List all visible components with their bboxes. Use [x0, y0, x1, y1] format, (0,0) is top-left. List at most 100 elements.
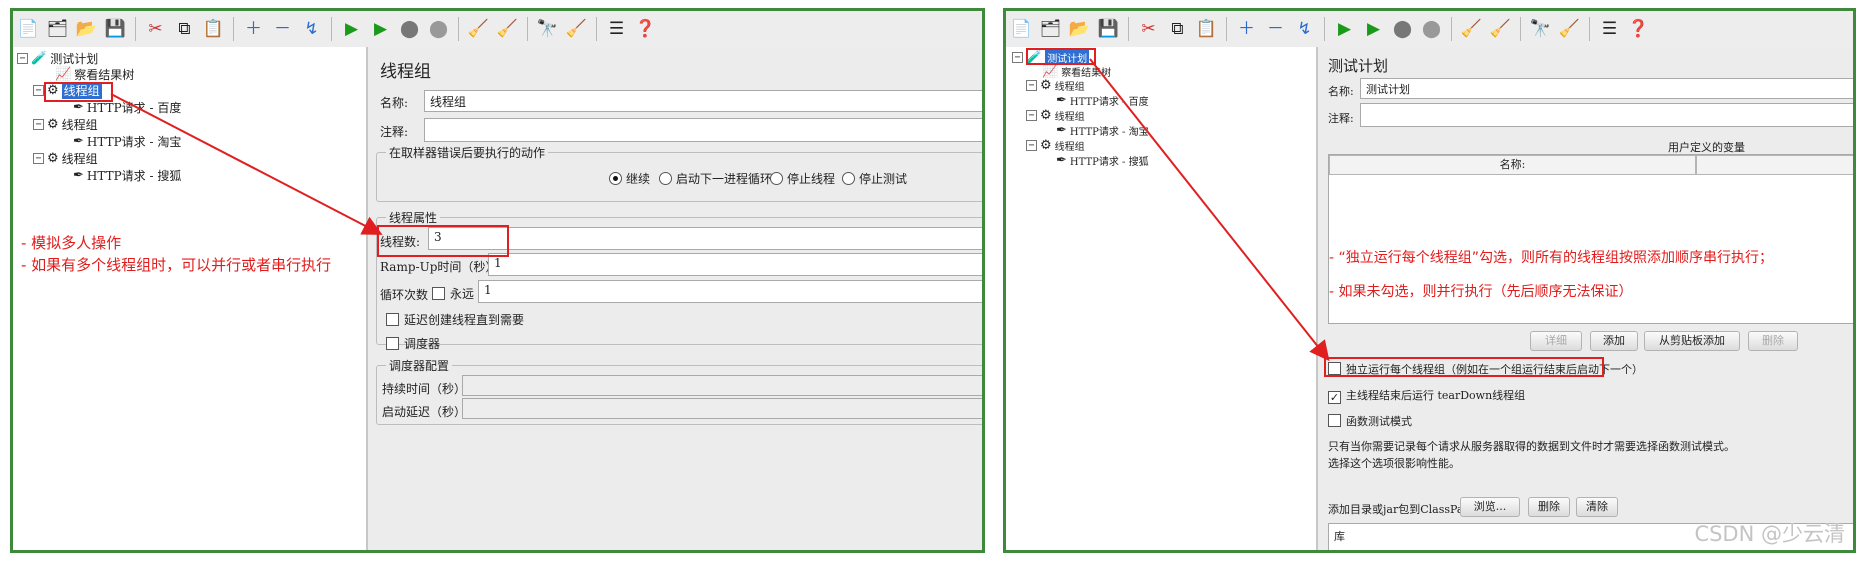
collapse-toggle-icon[interactable]: −	[17, 53, 28, 64]
expand-icon[interactable]: ＋	[241, 17, 266, 42]
add-button[interactable]: 添加	[1590, 331, 1638, 351]
test-plan-icon: 🧪	[31, 51, 48, 66]
tree-label: 察看结果树	[1061, 68, 1112, 79]
tree-node-thread-group[interactable]: − ⚙ 线程组	[1026, 78, 1085, 93]
collapse-icon[interactable]: －	[1263, 17, 1288, 42]
start-icon[interactable]: ▶	[339, 17, 364, 42]
loop-field[interactable]: 1	[478, 280, 982, 303]
toolbar-separator	[331, 17, 332, 41]
reset-search-icon[interactable]: 🧹	[564, 17, 589, 42]
tree-node-thread-group[interactable]: − ⚙ 线程组	[33, 150, 98, 167]
search-icon[interactable]: 🔭	[1528, 17, 1553, 42]
search-icon[interactable]: 🔭	[535, 17, 560, 42]
functional-mode-checkbox[interactable]: 函数测试模式	[1328, 413, 1412, 429]
collapse-icon[interactable]: －	[270, 17, 295, 42]
checkbox-icon	[432, 287, 445, 300]
start-icon[interactable]: ▶	[1332, 17, 1357, 42]
classpath-clear-button[interactable]: 清除	[1576, 497, 1618, 517]
tree-node-thread-group[interactable]: − ⚙ 线程组	[1026, 138, 1085, 153]
clear-all-icon[interactable]: 🧹	[1488, 17, 1513, 42]
comment-field[interactable]	[424, 118, 982, 142]
name-field[interactable]: 测试计划	[1360, 78, 1853, 99]
tree-node-request[interactable]: ✒ HTTP请求 - 搜狐	[73, 167, 181, 184]
annotation-line: - “独立运行每个线程组”勾选，则所有的线程组按照添加顺序串行执行；	[1329, 250, 1774, 266]
radio-label: 停止测试	[859, 172, 908, 186]
function-helper-icon[interactable]: ☰	[1597, 17, 1622, 42]
paste-from-clipboard-button[interactable]: 从剪贴板添加	[1644, 331, 1740, 351]
paste-icon[interactable]: 📋	[1194, 17, 1219, 42]
teardown-checkbox[interactable]: ✓ 主线程结束后运行 tearDown线程组	[1328, 387, 1525, 404]
collapse-toggle-icon[interactable]: −	[33, 85, 44, 96]
tree-node-listener[interactable]: 📈 察看结果树	[55, 66, 134, 83]
templates-icon[interactable]: 🗂	[45, 17, 70, 42]
open-icon[interactable]: 📂	[74, 17, 99, 42]
tree-node-listener[interactable]: 📈 察看结果树	[1042, 64, 1111, 79]
collapse-toggle-icon[interactable]: −	[1026, 140, 1037, 151]
clear-all-icon[interactable]: 🧹	[495, 17, 520, 42]
table-header-value[interactable]	[1696, 155, 1853, 175]
collapse-toggle-icon[interactable]: −	[33, 153, 44, 164]
delete-button[interactable]: 删除	[1748, 331, 1798, 351]
toolbar-separator	[1589, 17, 1590, 41]
stop-icon[interactable]: ⬤	[1390, 17, 1415, 42]
clear-icon[interactable]: 🧹	[1459, 17, 1484, 42]
start-no-pause-icon[interactable]: ▶	[1361, 17, 1386, 42]
cut-icon[interactable]: ✂	[143, 17, 168, 42]
shutdown-icon[interactable]: ⬤	[426, 17, 451, 42]
copy-icon[interactable]: ⧉	[172, 17, 197, 42]
checkbox-label: 函数测试模式	[1346, 415, 1412, 428]
toggle-icon[interactable]: ↯	[1292, 17, 1317, 42]
gear-icon: ⚙	[1040, 108, 1052, 123]
radio-continue[interactable]: 继续	[609, 170, 650, 187]
copy-icon[interactable]: ⧉	[1165, 17, 1190, 42]
stop-icon[interactable]: ⬤	[397, 17, 422, 42]
radio-next-loop[interactable]: 启动下一进程循环	[659, 170, 772, 187]
tree-node-request[interactable]: ✒ HTTP请求 - 百度	[1056, 93, 1149, 108]
shutdown-icon[interactable]: ⬤	[1419, 17, 1444, 42]
forever-checkbox[interactable]: 永远	[432, 285, 474, 302]
radio-stop-test[interactable]: 停止测试	[842, 170, 907, 187]
page-title: 线程组	[380, 62, 431, 82]
rampup-field[interactable]: 1	[488, 253, 982, 276]
open-icon[interactable]: 📂	[1067, 17, 1092, 42]
clear-icon[interactable]: 🧹	[466, 17, 491, 42]
cut-icon[interactable]: ✂	[1136, 17, 1161, 42]
scheduler-checkbox[interactable]: 调度器	[386, 335, 440, 352]
start-no-pause-icon[interactable]: ▶	[368, 17, 393, 42]
delay-checkbox[interactable]: 延迟创建线程直到需要	[386, 311, 524, 328]
save-icon[interactable]: 💾	[1096, 17, 1121, 42]
collapse-toggle-icon[interactable]: −	[1026, 80, 1037, 91]
help-icon[interactable]: ❓	[633, 17, 658, 42]
tree-node-thread-group[interactable]: − ⚙ 线程组	[1026, 108, 1085, 123]
new-icon[interactable]: 📄	[1009, 17, 1034, 42]
collapse-toggle-icon[interactable]: −	[1026, 110, 1037, 121]
pipette-icon: ✒	[1056, 153, 1067, 168]
table-header-name[interactable]: 名称:	[1329, 155, 1696, 175]
comment-label: 注释:	[1328, 112, 1354, 125]
tree-node-request[interactable]: ✒ HTTP请求 - 淘宝	[1056, 123, 1149, 138]
tree-node-request[interactable]: ✒ HTTP请求 - 淘宝	[73, 133, 181, 150]
toolbar-separator	[527, 17, 528, 41]
name-field[interactable]: 线程组	[424, 90, 982, 112]
paste-icon[interactable]: 📋	[201, 17, 226, 42]
tree-node-thread-group[interactable]: − ⚙ 线程组	[33, 116, 98, 133]
classpath-delete-button[interactable]: 删除	[1528, 497, 1570, 517]
new-icon[interactable]: 📄	[16, 17, 41, 42]
highlight-threads-field	[377, 225, 509, 257]
browse-button[interactable]: 浏览...	[1460, 497, 1520, 517]
collapse-toggle-icon[interactable]: −	[1012, 52, 1023, 63]
expand-icon[interactable]: ＋	[1234, 17, 1259, 42]
detail-button[interactable]: 详细	[1530, 331, 1582, 351]
reset-search-icon[interactable]: 🧹	[1557, 17, 1582, 42]
tree-node-test-plan[interactable]: − 🧪 测试计划	[17, 50, 98, 67]
tree-node-request[interactable]: ✒ HTTP请求 - 搜狐	[1056, 153, 1149, 168]
save-icon[interactable]: 💾	[103, 17, 128, 42]
radio-stop-thread[interactable]: 停止线程	[770, 170, 835, 187]
toggle-icon[interactable]: ↯	[299, 17, 324, 42]
function-helper-icon[interactable]: ☰	[604, 17, 629, 42]
threads-field[interactable]: 3	[428, 227, 982, 250]
templates-icon[interactable]: 🗂	[1038, 17, 1063, 42]
help-icon[interactable]: ❓	[1626, 17, 1651, 42]
collapse-toggle-icon[interactable]: −	[33, 119, 44, 130]
comment-field[interactable]	[1360, 103, 1853, 127]
